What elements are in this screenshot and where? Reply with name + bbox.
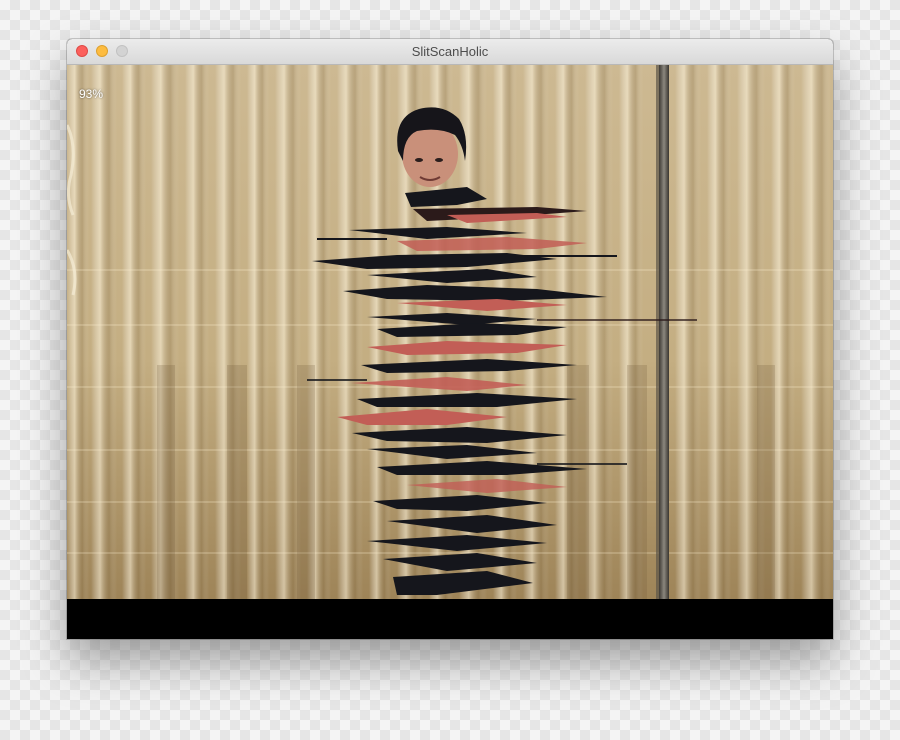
curtain-pole <box>659 65 669 599</box>
slit-scan-video-view: 93% <box>67 65 833 599</box>
window-title: SlitScanHolic <box>411 44 489 59</box>
slit-scan-frame <box>67 65 833 599</box>
title-bar[interactable]: SlitScanHolic <box>67 39 833 65</box>
letterbox-bar <box>67 599 833 639</box>
app-window: SlitScanHolic 93% <box>67 39 833 639</box>
progress-percent-label: 93% <box>79 87 104 101</box>
